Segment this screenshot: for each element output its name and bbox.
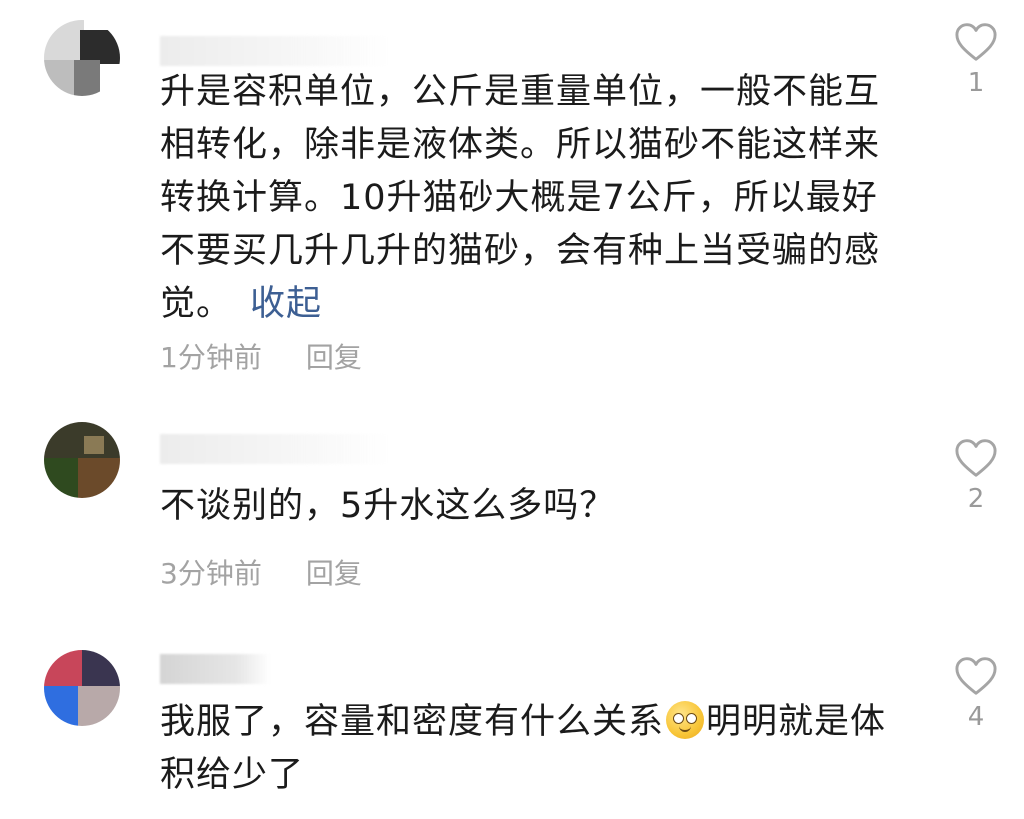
- avatar[interactable]: [44, 650, 120, 726]
- like-control[interactable]: 2: [948, 438, 1004, 514]
- avatar[interactable]: [44, 422, 120, 498]
- flushed-face-emoji: [666, 701, 705, 739]
- like-control[interactable]: 1: [948, 22, 1004, 98]
- like-control[interactable]: 4: [948, 656, 1004, 732]
- comment-meta: 1分钟前 回复: [160, 336, 362, 376]
- collapse-link[interactable]: 收起: [250, 284, 322, 324]
- comment-item: 不谈别的，5升水这么多吗？ 3分钟前 回复 2: [0, 400, 1024, 620]
- comment-time: 1分钟前: [160, 341, 262, 374]
- comment-text: 升是容积单位，公斤是重量单位，一般不能互相转化，除非是液体类。所以猫砂不能这样来…: [160, 72, 881, 324]
- comment-time: 3分钟前: [160, 557, 262, 590]
- reply-button[interactable]: 回复: [306, 341, 362, 374]
- like-count: 1: [967, 68, 985, 98]
- username-redacted: [160, 654, 270, 684]
- comment-item: 升是容积单位，公斤是重量单位，一般不能互相转化，除非是液体类。所以猫砂不能这样来…: [0, 0, 1024, 400]
- reply-button[interactable]: 回复: [306, 557, 362, 590]
- like-count: 2: [967, 484, 985, 514]
- heart-outline-icon[interactable]: [954, 22, 998, 62]
- comment-item: 我服了，容量和密度有什么关系 明明就是体积给少了 4: [0, 620, 1024, 819]
- avatar[interactable]: [44, 20, 120, 96]
- username-redacted: [160, 434, 390, 464]
- like-count: 4: [967, 702, 985, 732]
- username-redacted: [160, 36, 390, 66]
- comment-meta: 3分钟前 回复: [160, 552, 362, 592]
- heart-outline-icon[interactable]: [954, 438, 998, 478]
- comment-text: 我服了，容量和密度有什么关系 明明就是体积给少了: [160, 701, 887, 795]
- comment-text: 不谈别的，5升水这么多吗？: [160, 486, 616, 526]
- heart-outline-icon[interactable]: [954, 656, 998, 696]
